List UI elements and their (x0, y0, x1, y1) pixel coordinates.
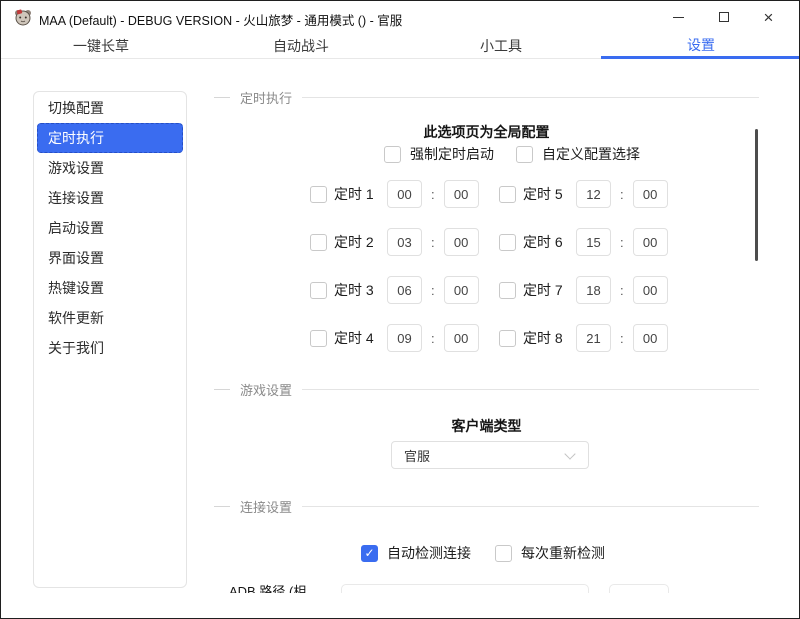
timer-minute-input[interactable] (632, 324, 668, 352)
window-controls: × (656, 1, 791, 33)
adb-path-secondary-input[interactable] (609, 584, 669, 593)
timer-label: 定时 3 (334, 282, 374, 298)
minimize-icon (673, 16, 684, 18)
client-type-value: 官服 (404, 448, 431, 464)
timer-label: 定时 5 (523, 186, 563, 202)
client-type-select[interactable]: 官服 (391, 441, 589, 469)
timer-checkbox[interactable] (499, 233, 516, 251)
timer-minute-input[interactable] (443, 228, 479, 256)
connection-options-row: ✓ 自动检测连接 每次重新检测 (361, 543, 605, 563)
timer-hour-input[interactable] (576, 276, 611, 304)
adb-path-input[interactable] (341, 584, 589, 593)
time-colon: : (431, 330, 435, 346)
timer-hour-input[interactable] (576, 324, 611, 352)
tab-settings[interactable]: 设置 (601, 33, 799, 59)
option-label: 自动检测连接 (387, 545, 471, 561)
timer-checkbox[interactable] (310, 281, 327, 299)
checkbox-icon[interactable]: ✓ (361, 544, 378, 562)
vertical-scrollbar[interactable] (755, 129, 758, 261)
timer-cell: 定时 4: (310, 324, 479, 352)
timer-hour-input[interactable] (387, 276, 422, 304)
time-colon: : (431, 186, 435, 202)
section-header-game: 游戏设置 (214, 381, 759, 398)
timer-minute-input[interactable] (632, 276, 668, 304)
app-logo-icon (14, 8, 32, 26)
title-bar: MAA (Default) - DEBUG VERSION - 火山旅梦 - 通… (1, 1, 799, 33)
timer-cell: 定时 5: (499, 180, 668, 208)
minimize-button[interactable] (656, 1, 701, 33)
close-button[interactable]: × (746, 1, 791, 33)
timer-checkbox[interactable] (499, 281, 516, 299)
tab-bar: 一键长草 自动战斗 小工具 设置 (1, 33, 799, 59)
scheduling-options-row: 强制定时启动 自定义配置选择 (384, 144, 640, 164)
close-icon: × (763, 7, 774, 27)
auto-detect-connection-option[interactable]: ✓ 自动检测连接 (361, 543, 471, 563)
maximize-button[interactable] (701, 1, 746, 33)
timer-hour-input[interactable] (387, 228, 422, 256)
timer-checkbox[interactable] (310, 329, 327, 347)
timer-label: 定时 2 (334, 234, 374, 250)
client-type-label: 客户端类型 (451, 418, 522, 434)
timer-minute-input[interactable] (632, 180, 668, 208)
custom-config-select-option[interactable]: 自定义配置选择 (516, 144, 640, 164)
timer-cell: 定时 1: (310, 180, 479, 208)
timer-checkbox[interactable] (310, 185, 327, 203)
timer-hour-input[interactable] (387, 180, 422, 208)
timer-cell: 定时 2: (310, 228, 479, 256)
timer-label: 定时 8 (523, 330, 563, 346)
timer-label: 定时 1 (334, 186, 374, 202)
settings-content: 定时执行 此选项页为全局配置 强制定时启动 自定义配置选择 定时 1:定时 5:… (1, 59, 799, 593)
global-config-note: 此选项页为全局配置 (423, 124, 550, 140)
timer-hour-input[interactable] (576, 180, 611, 208)
timer-cell: 定时 3: (310, 276, 479, 304)
redetect-every-time-option[interactable]: 每次重新检测 (495, 543, 605, 563)
window-title: MAA (Default) - DEBUG VERSION - 火山旅梦 - 通… (39, 14, 403, 28)
maximize-icon (718, 12, 729, 22)
chevron-down-icon (564, 448, 576, 460)
timer-minute-input[interactable] (443, 324, 479, 352)
timer-hour-input[interactable] (576, 228, 611, 256)
timer-label: 定时 6 (523, 234, 563, 250)
timer-minute-input[interactable] (443, 276, 479, 304)
time-colon: : (620, 330, 624, 346)
timer-cell: 定时 6: (499, 228, 668, 256)
tab-battle[interactable]: 自动战斗 (201, 33, 401, 59)
adb-path-label: ADB 路径 (相 (229, 584, 307, 593)
checkbox-icon[interactable] (384, 145, 401, 163)
option-label: 每次重新检测 (521, 545, 605, 561)
checkbox-icon[interactable] (495, 544, 512, 562)
time-colon: : (620, 186, 624, 202)
time-colon: : (620, 282, 624, 298)
app-window: MAA (Default) - DEBUG VERSION - 火山旅梦 - 通… (0, 0, 800, 619)
time-colon: : (431, 234, 435, 250)
timer-cell: 定时 8: (499, 324, 668, 352)
tab-tools[interactable]: 小工具 (401, 33, 601, 59)
timer-cell: 定时 7: (499, 276, 668, 304)
time-colon: : (620, 234, 624, 250)
option-label: 自定义配置选择 (542, 146, 640, 162)
timer-label: 定时 7 (523, 282, 563, 298)
force-scheduled-start-option[interactable]: 强制定时启动 (384, 144, 494, 164)
section-header-connection: 连接设置 (214, 498, 759, 515)
time-colon: : (431, 282, 435, 298)
timer-label: 定时 4 (334, 330, 374, 346)
timer-checkbox[interactable] (499, 329, 516, 347)
section-header-scheduling: 定时执行 (214, 89, 759, 106)
timer-hour-input[interactable] (387, 324, 422, 352)
timer-minute-input[interactable] (632, 228, 668, 256)
checkbox-icon[interactable] (516, 145, 533, 163)
timer-minute-input[interactable] (443, 180, 479, 208)
timer-checkbox[interactable] (310, 233, 327, 251)
option-label: 强制定时启动 (410, 146, 494, 162)
timer-checkbox[interactable] (499, 185, 516, 203)
tab-farming[interactable]: 一键长草 (1, 33, 201, 59)
